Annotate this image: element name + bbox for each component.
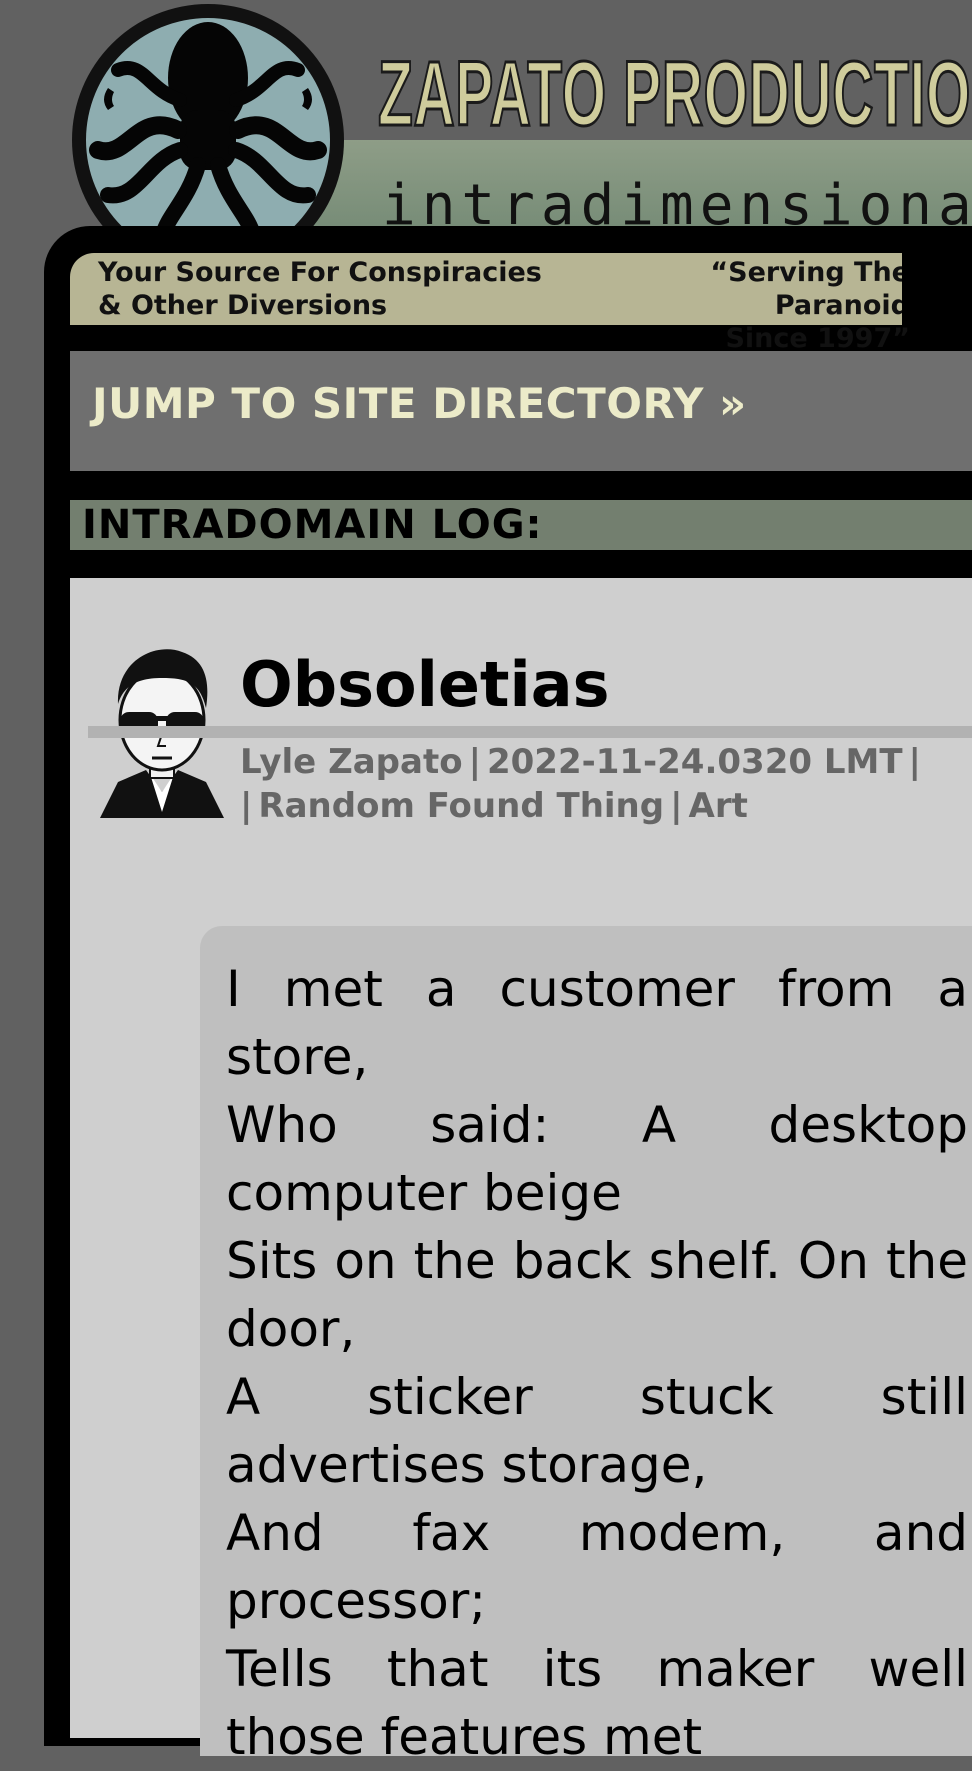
category-link[interactable]: Art — [689, 786, 748, 826]
meta-separator: | — [670, 786, 683, 826]
post-title: Obsoletias — [240, 648, 610, 721]
jump-box: JUMP TO SITE DIRECTORY » — [70, 351, 972, 471]
post-date-link[interactable]: 2022-11-24.0320 LMT — [487, 742, 903, 782]
poem-line: Who said: A desktop computer beige — [226, 1096, 968, 1222]
category-link[interactable]: Random Found Thing — [258, 786, 664, 826]
tagline-left-line-1: Your Source For Conspiracies — [98, 257, 542, 288]
poem-line: And fax modem, and processor; — [226, 1504, 968, 1630]
brand-title: ZAPATO PRODUCTIONS — [377, 43, 972, 145]
tagline-right: “Serving The Paranoid Since 1997” — [593, 256, 910, 355]
meta-separator: | — [240, 786, 253, 826]
site-banner: ZAPATO PRODUCTIONS intradimensional — [0, 0, 972, 240]
poem-line: Sits on the back shelf. On the door, — [226, 1232, 968, 1358]
tagline-left-line-2: & Other Diversions — [98, 290, 388, 321]
post-meta: Lyle Zapato | 2022-11-24.0320 LMT | | Random… — [240, 740, 972, 828]
tagline-right-line-1: “Serving The Paranoid — [710, 257, 910, 321]
tagline-left: Your Source For Conspiracies & Other Div… — [98, 256, 542, 322]
jump-to-directory-link[interactable]: JUMP TO SITE DIRECTORY » — [92, 379, 747, 428]
meta-separator: | — [908, 742, 921, 782]
author-link[interactable]: Lyle Zapato — [240, 742, 463, 782]
octopus-logo-icon[interactable] — [68, 0, 348, 240]
tagline-bar: Your Source For Conspiracies & Other Div… — [70, 253, 910, 354]
log-heading: INTRADOMAIN LOG: — [82, 502, 543, 548]
poem-line: I met a customer from a store, — [226, 960, 968, 1086]
title-divider — [88, 726, 972, 738]
log-header-bar: INTRADOMAIN LOG: — [70, 500, 972, 550]
meta-separator: | — [468, 742, 481, 782]
frame-edge — [902, 226, 928, 326]
post-body: I met a customer from a store, Who said:… — [226, 955, 968, 1771]
poem-line: Tells that its maker well those features… — [226, 1640, 968, 1766]
poem-line: A sticker stuck still advertises storage… — [226, 1368, 968, 1494]
